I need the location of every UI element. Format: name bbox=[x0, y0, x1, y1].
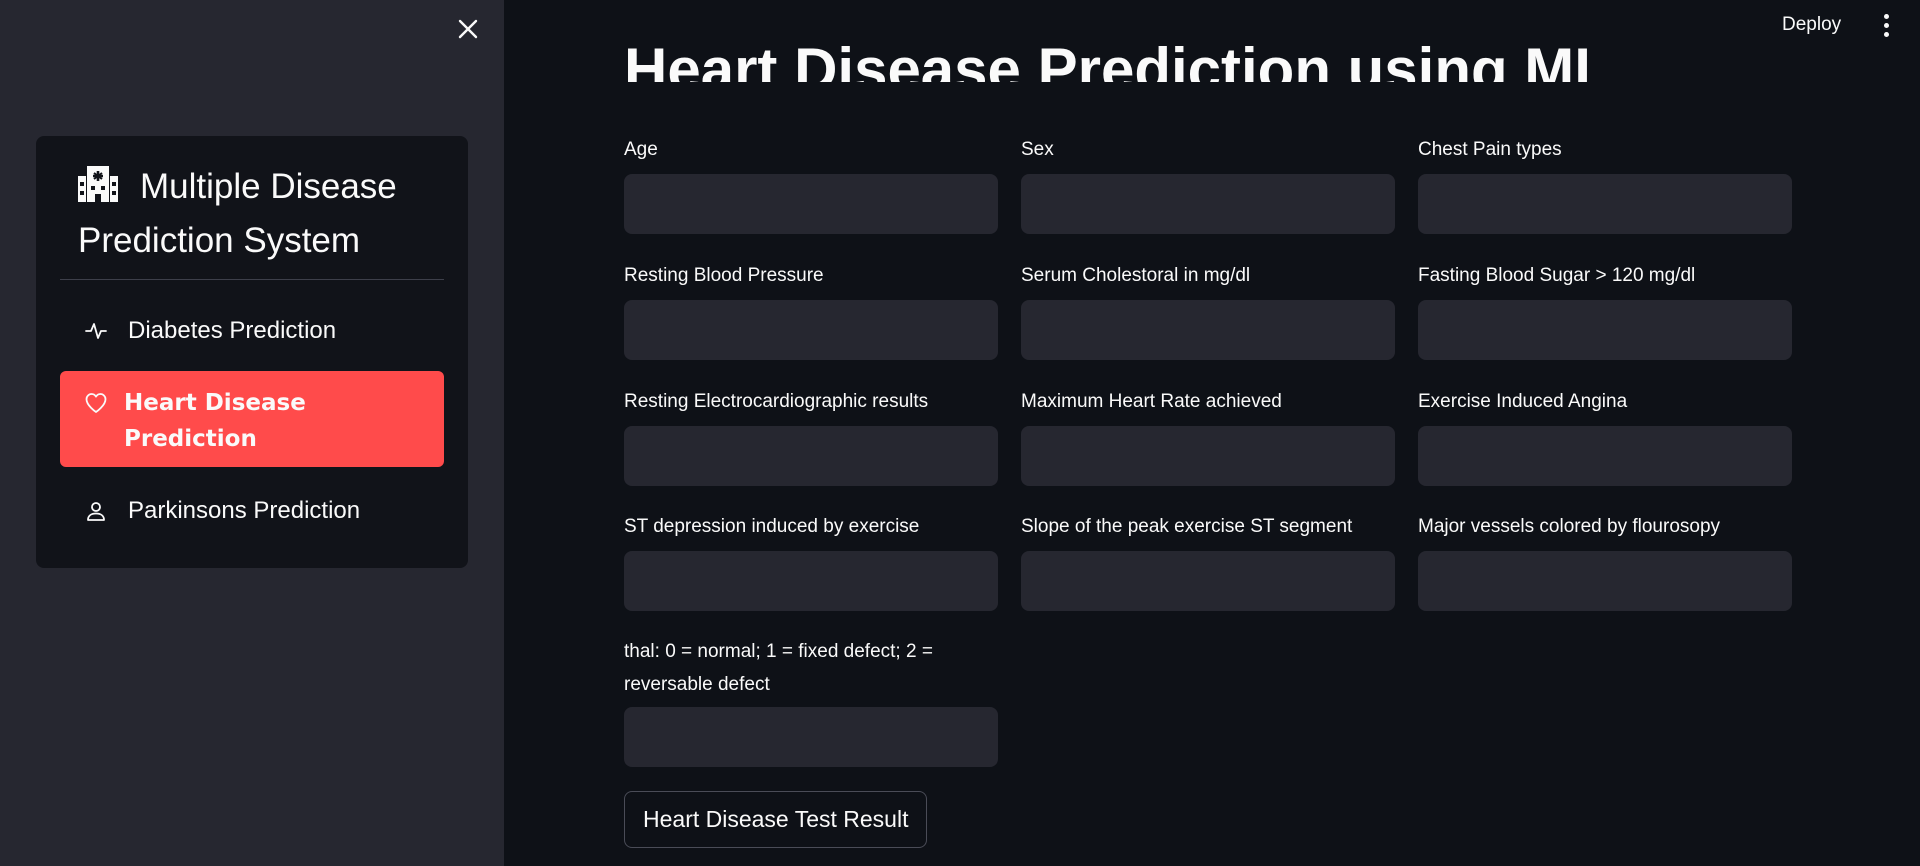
sex-input[interactable] bbox=[1021, 174, 1395, 234]
thal-input[interactable] bbox=[624, 707, 998, 767]
sidebar-item-label: Heart Disease Prediction bbox=[124, 390, 306, 452]
field-label: Maximum Heart Rate achieved bbox=[1021, 391, 1282, 412]
sidebar-item-parkinsons[interactable]: Parkinsons Prediction bbox=[60, 484, 444, 538]
cholesterol-field: Serum Cholestoral in mg/dl bbox=[1021, 259, 1395, 360]
menu-title: Multiple Disease Prediction System bbox=[78, 160, 448, 268]
chest-pain-field: Chest Pain types bbox=[1418, 133, 1792, 234]
cholesterol-input[interactable] bbox=[1021, 300, 1395, 360]
max-heart-rate-field: Maximum Heart Rate achieved bbox=[1021, 385, 1395, 486]
resting-ecg-input[interactable] bbox=[624, 426, 998, 486]
close-sidebar-button[interactable] bbox=[452, 13, 484, 45]
major-vessels-field: Major vessels colored by flourosopy bbox=[1418, 510, 1792, 611]
max-heart-rate-input[interactable] bbox=[1021, 426, 1395, 486]
exercise-angina-field: Exercise Induced Angina bbox=[1418, 385, 1792, 486]
person-icon bbox=[87, 502, 105, 521]
heart-icon bbox=[85, 393, 107, 413]
sidebar-item-label: Parkinsons Prediction bbox=[128, 497, 361, 524]
page-title: Heart Disease Prediction using ML bbox=[624, 36, 1611, 103]
sidebar-item-label: Diabetes Prediction bbox=[128, 317, 337, 344]
close-icon bbox=[458, 19, 478, 39]
field-label: thal: 0 = normal; 1 = fixed defect; 2 = … bbox=[624, 641, 933, 695]
kebab-dot bbox=[1883, 22, 1889, 28]
field-label: Major vessels colored by flourosopy bbox=[1418, 516, 1721, 537]
field-label: Resting Electrocardiographic results bbox=[624, 391, 929, 412]
main-menu-button[interactable] bbox=[1874, 10, 1898, 40]
resting-ecg-field: Resting Electrocardiographic results bbox=[624, 385, 998, 486]
st-slope-input[interactable] bbox=[1021, 551, 1395, 611]
sidebar-item-diabetes[interactable]: Diabetes Prediction bbox=[60, 304, 444, 358]
fasting-blood-sugar-field: Fasting Blood Sugar > 120 mg/dl bbox=[1418, 259, 1792, 360]
deploy-button[interactable]: Deploy bbox=[1770, 10, 1853, 40]
exercise-angina-input[interactable] bbox=[1418, 426, 1792, 486]
sidebar: Multiple Disease Prediction System Diabe… bbox=[0, 0, 504, 866]
resting-bp-field: Resting Blood Pressure bbox=[624, 259, 998, 360]
app-window: Multiple Disease Prediction System Diabe… bbox=[0, 0, 1920, 866]
field-label: Sex bbox=[1021, 139, 1054, 160]
kebab-dot bbox=[1883, 31, 1889, 37]
field-label: Age bbox=[624, 139, 658, 160]
field-label: Slope of the peak exercise ST segment bbox=[1021, 516, 1353, 537]
field-label: Resting Blood Pressure bbox=[624, 265, 824, 286]
major-vessels-input[interactable] bbox=[1418, 551, 1792, 611]
heart-disease-test-result-button[interactable]: Heart Disease Test Result bbox=[624, 791, 928, 848]
option-menu: Multiple Disease Prediction System Diabe… bbox=[36, 136, 468, 568]
chest-pain-input[interactable] bbox=[1418, 174, 1792, 234]
menu-title-text: Multiple Disease Prediction System bbox=[78, 167, 397, 260]
sex-field: Sex bbox=[1021, 133, 1395, 234]
fasting-blood-sugar-input[interactable] bbox=[1418, 300, 1792, 360]
hospital-icon bbox=[78, 166, 118, 202]
age-field: Age bbox=[624, 133, 998, 234]
field-label: Fasting Blood Sugar > 120 mg/dl bbox=[1418, 265, 1696, 286]
resting-bp-input[interactable] bbox=[624, 300, 998, 360]
activity-icon bbox=[85, 323, 107, 339]
st-slope-field: Slope of the peak exercise ST segment bbox=[1021, 510, 1395, 611]
menu-divider bbox=[60, 279, 444, 280]
field-label: Serum Cholestoral in mg/dl bbox=[1021, 265, 1251, 286]
field-label: ST depression induced by exercise bbox=[624, 516, 920, 537]
st-depression-field: ST depression induced by exercise bbox=[624, 510, 998, 611]
field-label: Chest Pain types bbox=[1418, 139, 1562, 160]
kebab-dot bbox=[1883, 13, 1889, 19]
thal-field: thal: 0 = normal; 1 = fixed defect; 2 = … bbox=[624, 635, 998, 767]
field-label: Exercise Induced Angina bbox=[1418, 391, 1628, 412]
sidebar-item-heart-disease[interactable]: Heart Disease Prediction bbox=[60, 371, 444, 467]
st-depression-input[interactable] bbox=[624, 551, 998, 611]
age-input[interactable] bbox=[624, 174, 998, 234]
